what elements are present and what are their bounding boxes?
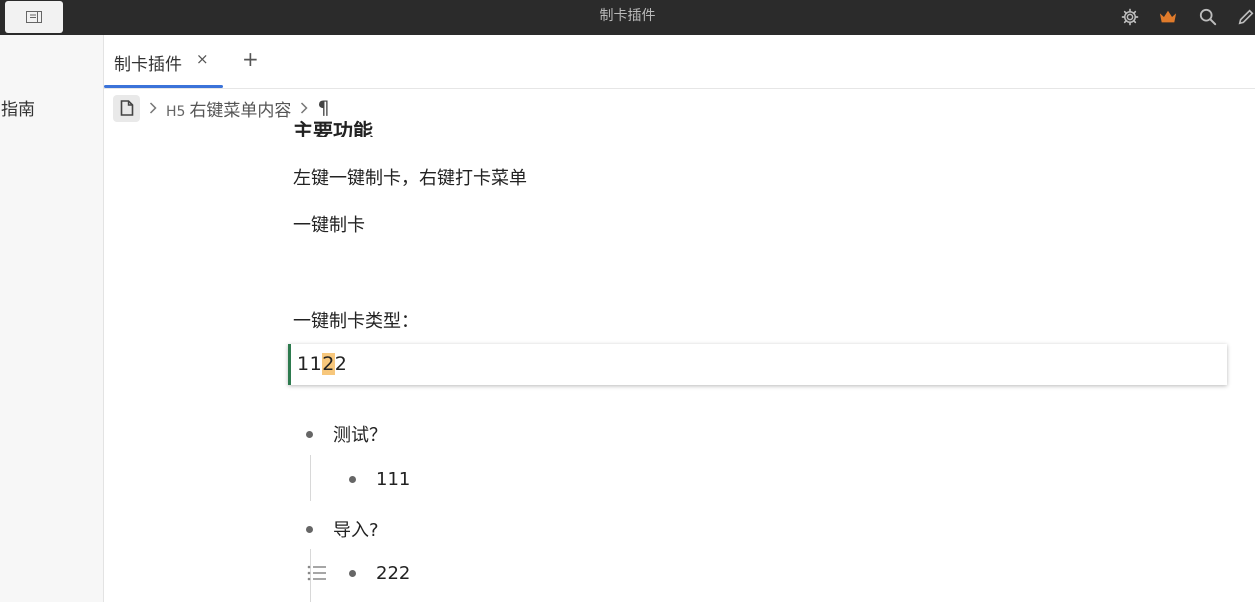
- paragraph-line[interactable]: 一键制卡: [293, 211, 365, 237]
- title-bar: 制卡插件: [0, 0, 1255, 35]
- list-item[interactable]: 111: [349, 469, 410, 490]
- list-item-label: 222: [376, 563, 411, 584]
- heading-level-label: H5: [166, 103, 186, 120]
- card-text-before: 11: [297, 353, 323, 375]
- tab-label: 制卡插件: [114, 55, 182, 75]
- document-icon[interactable]: [113, 94, 140, 122]
- paragraph-line[interactable]: 一键制卡类型：: [293, 307, 419, 333]
- window-title: 制卡插件: [599, 8, 656, 24]
- active-tab-indicator: [104, 85, 223, 88]
- heading-text: 右键菜单内容: [189, 100, 292, 121]
- sidebar-item-guide[interactable]: 指南: [1, 95, 35, 120]
- chevron-right-icon: [146, 99, 160, 118]
- card-text-after: 2: [334, 353, 348, 375]
- gear-icon[interactable]: [1118, 5, 1142, 29]
- list-item-label: 测试？: [333, 425, 387, 446]
- card-block[interactable]: 1122: [288, 344, 1227, 385]
- paragraph-mark[interactable]: ¶: [317, 97, 329, 119]
- bullet-dot: [306, 430, 313, 438]
- list-menu-icon[interactable]: [307, 565, 327, 585]
- bullet-dot: [349, 476, 356, 483]
- list-item[interactable]: 测试？: [306, 421, 387, 447]
- editor-content[interactable]: 主要功能 左键一键制卡，右键打卡菜单 一键制卡 一键制卡类型： 1122 测试？…: [104, 89, 1255, 602]
- breadcrumb: H5 右键菜单内容 ¶: [113, 94, 330, 122]
- card-block-text: 1122: [297, 353, 347, 375]
- bullet-dot: [306, 525, 313, 533]
- breadcrumb-heading[interactable]: H5 右键菜单内容: [166, 95, 292, 121]
- search-icon[interactable]: [1196, 5, 1220, 29]
- bullet-dot: [349, 570, 356, 577]
- chevron-right-icon: [297, 99, 311, 118]
- paragraph-line[interactable]: 左键一键制卡，右键打卡菜单: [293, 164, 527, 190]
- tab-bar: 制卡插件 × +: [104, 35, 1255, 89]
- add-tab-button[interactable]: +: [242, 47, 259, 71]
- tab-card-plugin[interactable]: 制卡插件 ×: [104, 35, 223, 88]
- highlighted-text: 2: [322, 353, 335, 375]
- list-item[interactable]: 222: [349, 563, 410, 584]
- list-item-label: 111: [376, 469, 411, 490]
- left-sidebar: 指南: [0, 35, 104, 602]
- indent-guide: [310, 455, 311, 501]
- list-item[interactable]: 导入?: [306, 516, 379, 542]
- close-icon[interactable]: ×: [196, 50, 209, 68]
- crown-icon[interactable]: [1156, 5, 1180, 29]
- pencil-icon[interactable]: [1234, 5, 1255, 29]
- list-item-label: 导入?: [333, 520, 379, 541]
